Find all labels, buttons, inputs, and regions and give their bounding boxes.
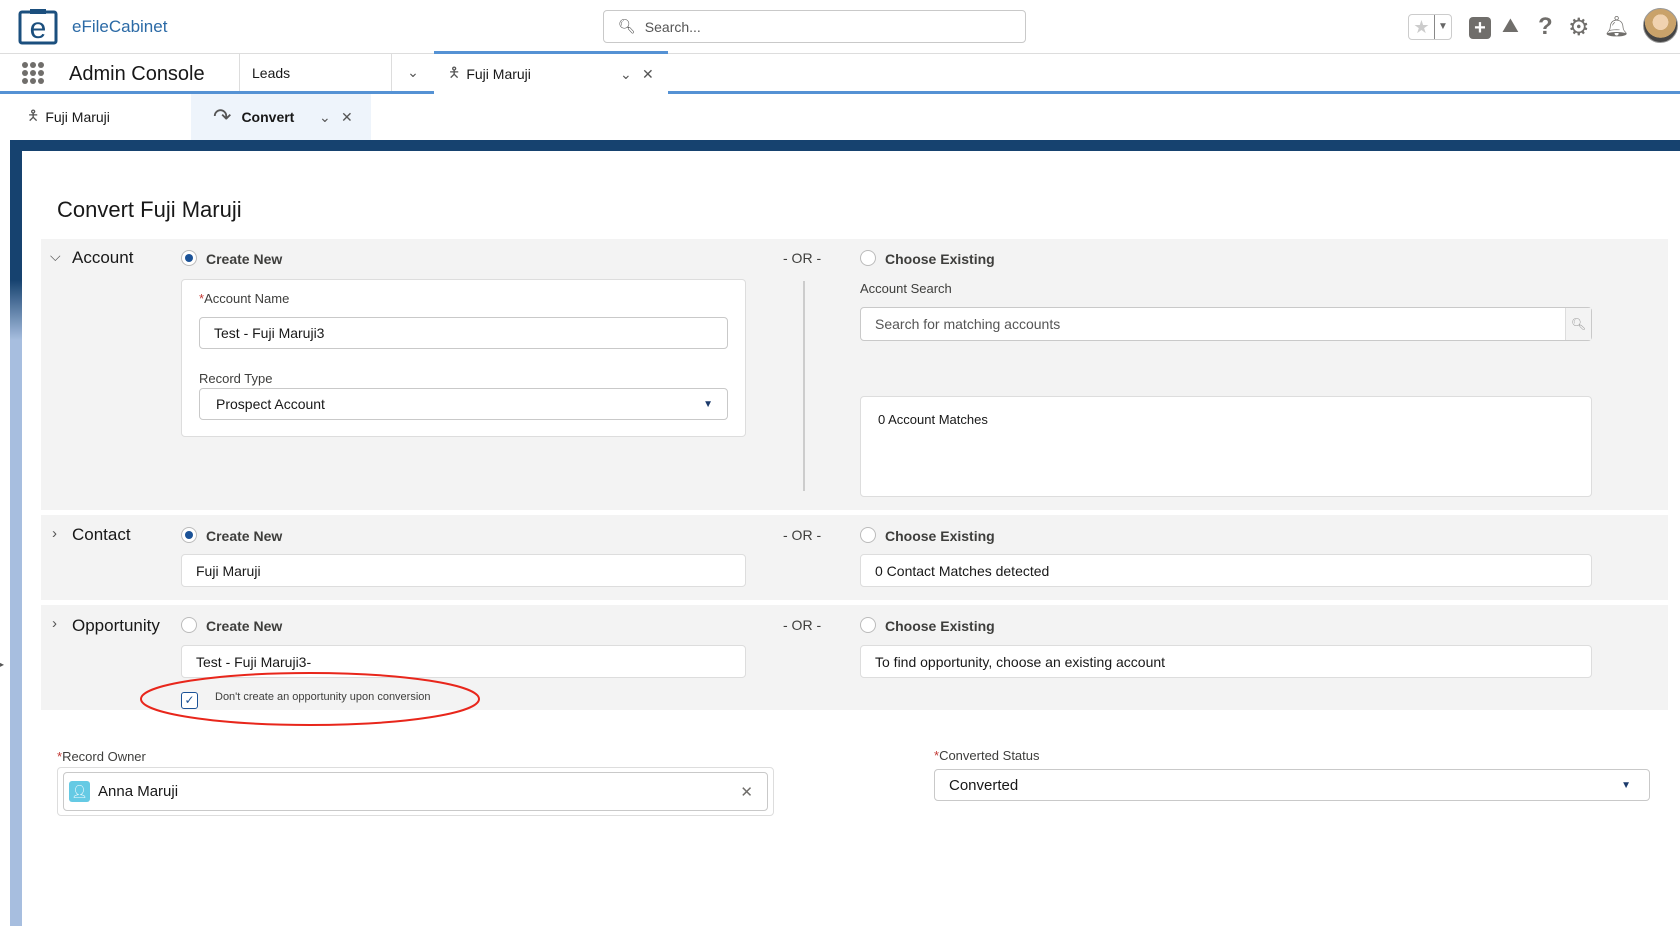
account-search-label: Account Search — [860, 281, 952, 296]
panel-expand-icon[interactable]: ▸ — [0, 660, 4, 669]
contact-create-new-radio[interactable] — [181, 527, 197, 543]
logo-text: eFileCabinet — [72, 17, 168, 36]
add-icon[interactable]: + — [1469, 17, 1491, 39]
or-label: - OR - — [783, 250, 822, 266]
lead-person-icon: 🯅 — [448, 64, 461, 80]
account-create-new-label: Create New — [206, 251, 283, 267]
record-type-select[interactable]: Prospect Account ▼ — [199, 388, 728, 420]
user-icon: 👤︎ — [69, 781, 90, 802]
or-label: - OR - — [783, 527, 822, 543]
page-title: Convert Fuji Maruji — [57, 197, 242, 222]
gear-icon[interactable]: ⚙ — [1568, 13, 1590, 42]
opportunity-create-new-label: Create New — [206, 618, 283, 634]
record-owner-input[interactable]: 👤︎ Anna Maruji ✕ — [63, 772, 768, 811]
app-name: Admin Console — [69, 63, 205, 85]
left-panel-stripe — [10, 140, 22, 926]
account-choose-existing-label: Choose Existing — [885, 251, 995, 267]
search-icon: 🔍︎ — [618, 18, 636, 34]
opportunity-section-label: Opportunity — [72, 616, 160, 635]
close-icon[interactable]: ✕ — [642, 66, 654, 83]
help-icon[interactable]: ? — [1538, 13, 1553, 41]
opportunity-create-new-radio[interactable] — [181, 617, 197, 633]
account-matches-text: 0 Account Matches — [878, 412, 988, 427]
account-name-label: Account Name — [204, 291, 290, 306]
header-band — [10, 140, 1680, 151]
record-owner-label: Record Owner — [62, 749, 146, 764]
leads-menu-chevron-down-icon[interactable]: ⌄ — [391, 54, 434, 91]
chevron-right-icon[interactable]: › — [52, 615, 57, 632]
or-label: - OR - — [783, 617, 822, 633]
contact-matches-text: 0 Contact Matches detected — [860, 554, 1592, 587]
converted-status-label: Converted Status — [939, 748, 1040, 763]
dropdown-arrow-icon: ▼ — [703, 398, 713, 410]
chevron-down-icon[interactable]: ▼ — [1433, 15, 1451, 39]
chevron-down-icon[interactable]: ⌵ — [50, 248, 61, 265]
or-divider — [803, 281, 805, 491]
user-avatar[interactable] — [1643, 8, 1678, 43]
chevron-right-icon[interactable]: › — [52, 525, 57, 542]
account-choose-existing-radio[interactable] — [860, 250, 876, 266]
convert-arrow-icon: ↷ — [213, 104, 232, 129]
tab-fuji-maruji[interactable]: 🯅 Fuji Maruji ⌄ ✕ — [434, 51, 668, 94]
notification-bell-icon[interactable]: 🔔︎ — [1604, 14, 1629, 39]
global-search-input[interactable]: 🔍︎ Search... — [603, 10, 1026, 43]
annotation-ellipse — [140, 672, 480, 726]
dropdown-arrow-icon: ▼ — [1621, 779, 1631, 791]
converted-status-select[interactable]: Converted ▼ — [934, 769, 1650, 801]
opportunity-existing-hint: To find opportunity, choose an existing … — [860, 645, 1592, 678]
app-launcher-icon[interactable] — [22, 62, 44, 84]
opportunity-choose-existing-label: Choose Existing — [885, 618, 995, 634]
contact-name-input[interactable]: Fuji Maruji — [181, 554, 746, 587]
subtab-convert[interactable]: ↷ Convert ⌄ ✕ — [191, 94, 371, 140]
chevron-down-icon[interactable]: ⌄ — [319, 109, 331, 126]
contact-choose-existing-radio[interactable] — [860, 527, 876, 543]
account-create-new-radio[interactable] — [181, 250, 197, 266]
subtab-fuji-maruji[interactable]: 🯅 Fuji Maruji — [11, 94, 191, 140]
account-search-input[interactable]: Search for matching accounts 🔍︎ — [860, 307, 1592, 341]
tab-leads[interactable]: Leads — [239, 54, 391, 91]
global-header: e eFileCabinet 🔍︎ Search... ★ ▼ + ⛰ ? ⚙ … — [0, 0, 1680, 54]
lead-person-icon: 🯅 — [27, 107, 40, 123]
account-name-input[interactable]: Test - Fuji Maruji3 — [199, 317, 728, 349]
close-icon[interactable]: ✕ — [341, 109, 353, 126]
star-icon: ★ — [1413, 17, 1430, 37]
trailhead-icon[interactable]: ⛰ — [1502, 15, 1519, 38]
account-section-label: Account — [72, 248, 134, 267]
opportunity-choose-existing-radio[interactable] — [860, 617, 876, 633]
contact-section-label: Contact — [72, 525, 131, 544]
search-icon[interactable]: 🔍︎ — [1565, 308, 1591, 340]
svg-text:e: e — [30, 12, 47, 45]
clear-icon[interactable]: ✕ — [740, 783, 753, 801]
contact-choose-existing-label: Choose Existing — [885, 528, 995, 544]
efilecabinet-logo[interactable]: e — [18, 9, 62, 45]
contact-create-new-label: Create New — [206, 528, 283, 544]
record-type-label: Record Type — [199, 371, 273, 386]
chevron-down-icon[interactable]: ⌄ — [620, 66, 632, 83]
favorites-button[interactable]: ★ ▼ — [1408, 14, 1452, 40]
console-nav-bar: Admin Console Leads ⌄ 🯅 Fuji Maruji ⌄ ✕ — [0, 51, 1680, 94]
